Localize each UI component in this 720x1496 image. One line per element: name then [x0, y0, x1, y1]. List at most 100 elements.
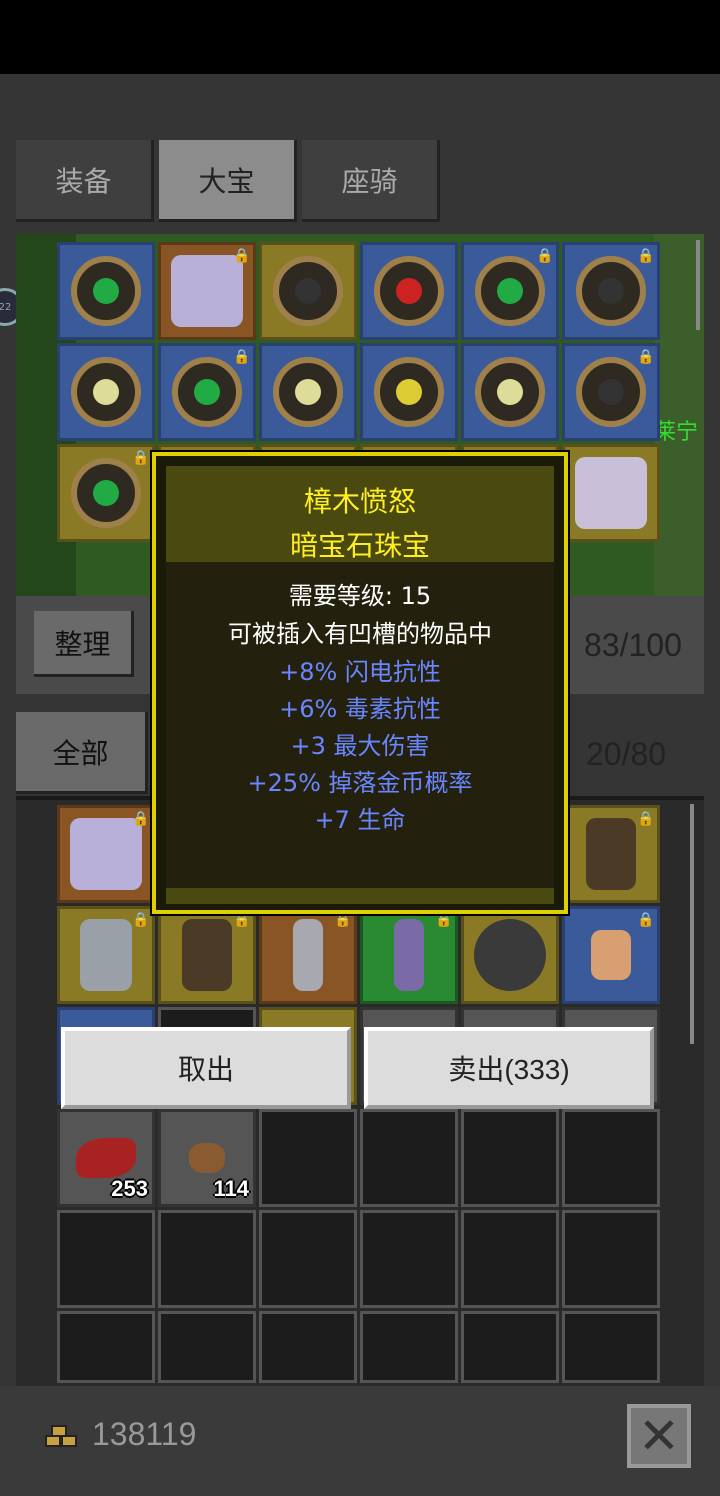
lock-icon: 🔒: [132, 912, 150, 928]
jewel-icon: [172, 357, 242, 427]
inventory-slot[interactable]: [461, 906, 559, 1004]
stash-slot[interactable]: 🔒: [57, 444, 155, 542]
tab-jewels[interactable]: 大宝: [159, 140, 297, 222]
jewel-icon: [576, 256, 646, 326]
tab-equipment[interactable]: 装备: [16, 140, 154, 222]
npc-name[interactable]: 莱宁: [654, 414, 698, 446]
stash-slot[interactable]: [360, 242, 458, 340]
tab-equipment-label: 装备: [55, 164, 112, 198]
material-slot[interactable]: [259, 1311, 357, 1383]
material-slot[interactable]: [461, 1210, 559, 1308]
material-slot[interactable]: [360, 1210, 458, 1308]
unicorn-mask-icon: [575, 457, 647, 529]
inventory-slot[interactable]: 🔒: [259, 906, 357, 1004]
material-slot[interactable]: [57, 1210, 155, 1308]
material-slot[interactable]: [259, 1210, 357, 1308]
dagger-icon: [394, 919, 424, 991]
filter-all-button[interactable]: 全部: [16, 712, 148, 794]
lock-icon: 🔒: [435, 912, 453, 928]
stat-line: +7 生命: [314, 806, 406, 834]
inventory-scrollbar[interactable]: [690, 804, 694, 1044]
inventory-slot[interactable]: 🔒: [57, 906, 155, 1004]
tab-jewels-label: 大宝: [198, 164, 255, 198]
materials-grid: 253 114: [57, 1109, 660, 1383]
material-slot[interactable]: [562, 1311, 660, 1383]
material-slot[interactable]: 253: [57, 1109, 155, 1207]
stash-slot[interactable]: [259, 343, 357, 441]
stash-slot[interactable]: [57, 343, 155, 441]
material-slot[interactable]: [57, 1311, 155, 1383]
lock-icon: 🔒: [536, 248, 554, 264]
material-slot[interactable]: [562, 1210, 660, 1308]
axe-icon: [80, 919, 132, 991]
jewel-icon: [71, 357, 141, 427]
status-bar: [0, 0, 720, 74]
stash-slot[interactable]: [57, 242, 155, 340]
level-badge-text: 22: [0, 301, 12, 313]
stat-line: +8% 闪电抗性: [279, 658, 441, 686]
stash-slot[interactable]: 🔒: [562, 242, 660, 340]
lock-icon: 🔒: [637, 912, 655, 928]
tab-mounts-label: 座骑: [341, 164, 398, 198]
stash-scrollbar[interactable]: [696, 240, 700, 330]
material-slot[interactable]: [259, 1109, 357, 1207]
material-slot[interactable]: [461, 1311, 559, 1383]
item-type: 暗宝石珠宝: [289, 529, 430, 562]
lock-icon: 🔒: [637, 811, 655, 827]
inventory-slot[interactable]: 🔒: [158, 906, 256, 1004]
required-level: 需要等级: 15: [288, 582, 432, 610]
stat-line: +6% 毒素抗性: [279, 695, 441, 723]
stash-slot[interactable]: 🔒: [158, 343, 256, 441]
lock-icon: 🔒: [233, 248, 251, 264]
sell-button[interactable]: 卖出(333): [364, 1027, 654, 1109]
stash-count: 83/100: [584, 627, 682, 663]
inventory-slot[interactable]: 🔒: [360, 906, 458, 1004]
red-leaf-icon: [76, 1138, 136, 1178]
material-slot[interactable]: [562, 1109, 660, 1207]
amulet-icon: [71, 256, 141, 326]
lock-icon: 🔒: [637, 248, 655, 264]
lock-icon: 🔒: [233, 349, 251, 365]
inventory-slot[interactable]: 🔒: [562, 906, 660, 1004]
inventory-slot[interactable]: 🔒: [562, 805, 660, 903]
jewel-icon: [576, 357, 646, 427]
ore-icon: [189, 1143, 225, 1173]
unicorn-mask-icon: [171, 255, 243, 327]
jewel-icon: [374, 357, 444, 427]
unicorn-mask-icon: [70, 818, 142, 890]
jewel-icon: [273, 256, 343, 326]
stash-slot[interactable]: [461, 343, 559, 441]
close-button[interactable]: ✕: [627, 1404, 691, 1468]
inventory-count: 20/80: [586, 736, 667, 772]
stash-slot[interactable]: 🔒: [562, 343, 660, 441]
stash-slot[interactable]: [360, 343, 458, 441]
jewel-icon: [475, 357, 545, 427]
material-slot[interactable]: [360, 1109, 458, 1207]
sell-label: 卖出(333): [448, 1054, 570, 1085]
shield-icon: [474, 919, 546, 991]
stat-line: +25% 掉落金币概率: [247, 769, 473, 797]
lock-icon: 🔒: [334, 912, 352, 928]
material-slot[interactable]: 114: [158, 1109, 256, 1207]
stash-slot[interactable]: 🔒: [158, 242, 256, 340]
take-out-button[interactable]: 取出: [61, 1027, 351, 1109]
jewel-icon: [71, 458, 141, 528]
socket-note: 可被插入有凹槽的物品中: [228, 620, 492, 648]
material-qty: 253: [111, 1176, 148, 1201]
material-slot[interactable]: [461, 1109, 559, 1207]
sort-button[interactable]: 整理: [34, 611, 134, 677]
lock-icon: 🔒: [637, 349, 655, 365]
stash-slot[interactable]: 🔒: [461, 242, 559, 340]
stash-slot[interactable]: [259, 242, 357, 340]
tab-mounts[interactable]: 座骑: [302, 140, 440, 222]
material-slot[interactable]: [360, 1311, 458, 1383]
material-slot[interactable]: [158, 1210, 256, 1308]
lock-icon: 🔒: [132, 811, 150, 827]
material-slot[interactable]: [158, 1311, 256, 1383]
gold-amount: 138119: [92, 1416, 197, 1452]
filter-all-label: 全部: [52, 736, 109, 770]
gold-coins-icon: [45, 1425, 77, 1447]
stash-slot[interactable]: [562, 444, 660, 542]
inventory-slot[interactable]: 🔒: [57, 805, 155, 903]
close-icon: ✕: [638, 1407, 680, 1465]
